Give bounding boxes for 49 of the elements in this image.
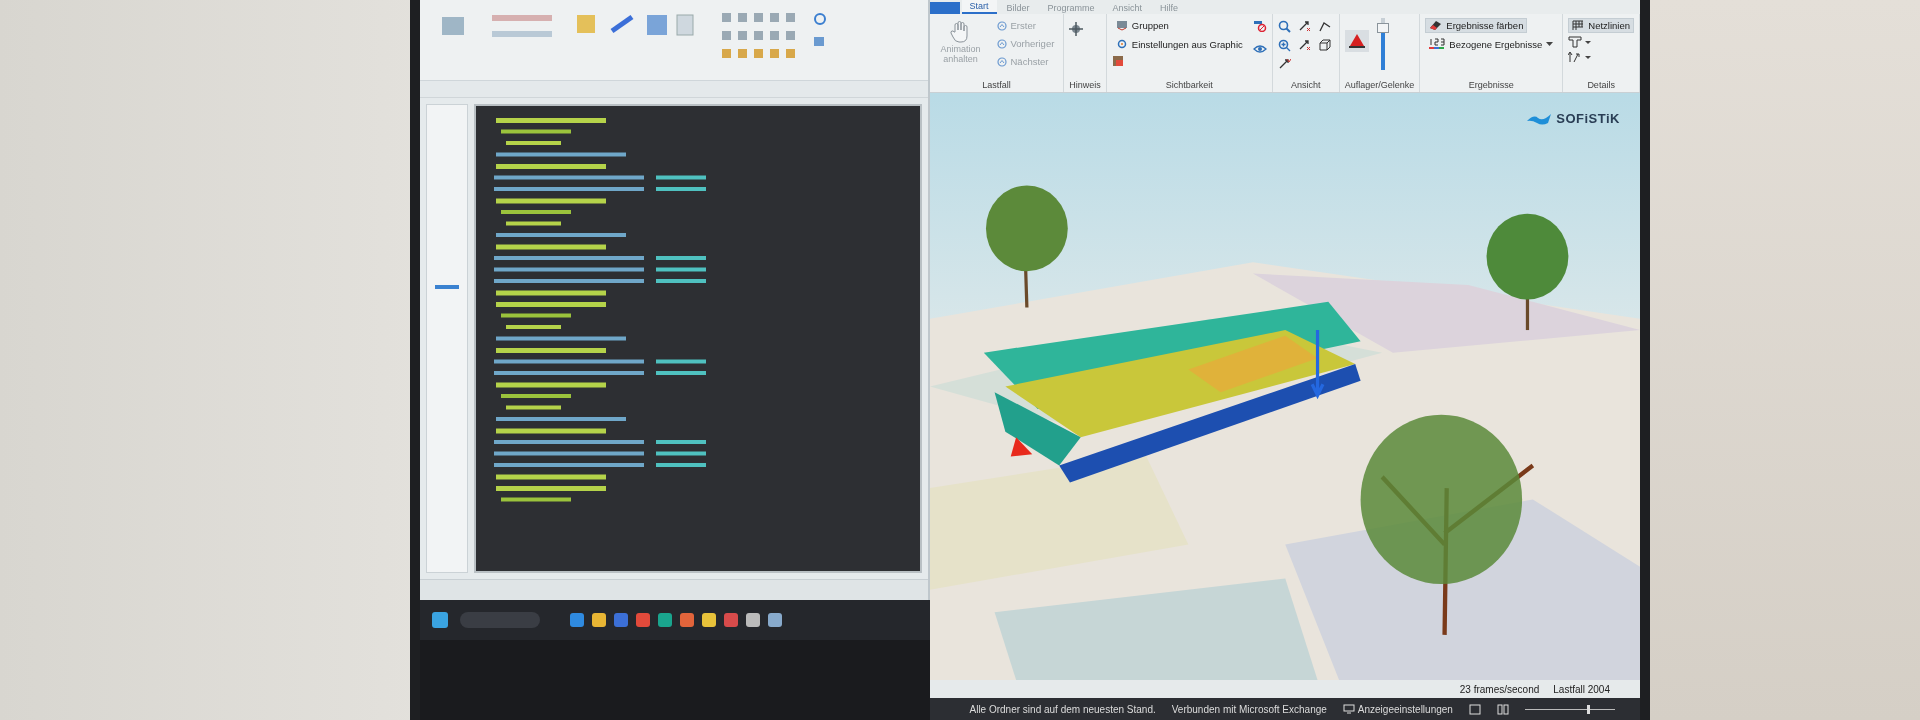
wave-surface-icon xyxy=(1526,111,1553,126)
grid-icon xyxy=(1572,20,1585,31)
ribbon-tab[interactable]: Programme xyxy=(1039,2,1103,14)
load-case-text: Lastfall 2004 xyxy=(1553,683,1610,695)
slider-thumb[interactable] xyxy=(1376,23,1389,34)
frame-rate-text: 23 frames/second xyxy=(1459,683,1540,695)
logo-text: SOFiSTiK xyxy=(1556,111,1620,126)
ribbon-group-label: Ansicht xyxy=(1290,80,1322,90)
hide-icon[interactable] xyxy=(1252,20,1267,32)
ribbon-tab[interactable]: Start xyxy=(961,0,997,14)
display-settings-button[interactable]: Anzeigeeinstellungen xyxy=(1342,703,1453,715)
ribbon-tab[interactable]: Hilfe xyxy=(1152,2,1187,14)
ribbon-group-label: Ergebnisse xyxy=(1467,80,1515,90)
rotate-axis-icon[interactable] xyxy=(1297,20,1311,33)
ribbon-group-label: Lastfall xyxy=(981,80,1012,90)
ribbon-button[interactable]: Einstellungen aus Graphic xyxy=(1111,36,1247,52)
zoom-icon[interactable] xyxy=(1277,20,1291,33)
normal-view-icon[interactable] xyxy=(1468,703,1481,715)
crosshair-icon[interactable] xyxy=(1069,22,1084,36)
ribbon-tab[interactable]: Bilder xyxy=(998,2,1038,14)
zoom-slider-thumb[interactable] xyxy=(1586,704,1590,714)
ribbon-group-label: Details xyxy=(1586,80,1616,90)
rotate-axis-icon[interactable] xyxy=(1297,39,1311,52)
monitor-icon xyxy=(1342,704,1355,714)
ribbon-group-label: Sichtbarkeit xyxy=(1164,80,1214,90)
rotate-axis-icon[interactable] xyxy=(1277,58,1291,71)
eraser-icon xyxy=(1429,20,1443,31)
support-icon[interactable] xyxy=(1344,30,1369,52)
ribbon-group-label: Hinweis xyxy=(1069,80,1101,90)
status-text: Alle Ordner sind auf dem neuesten Stand. xyxy=(969,703,1156,715)
ribbon-group-label: Auflager/Gelenke xyxy=(1344,80,1415,90)
axis-arrows-dropdown-icon[interactable] xyxy=(1568,51,1593,63)
cube-icon[interactable] xyxy=(1317,39,1331,52)
numbers-icon xyxy=(1429,38,1446,50)
zoom-in-icon[interactable] xyxy=(1277,39,1291,52)
settings-icon xyxy=(1115,38,1128,50)
palette-icon[interactable] xyxy=(1111,55,1124,67)
axes-icon[interactable] xyxy=(1317,20,1331,33)
layers-icon xyxy=(1115,20,1128,31)
ribbon-button[interactable]: Bezogene Ergebnisse xyxy=(1425,36,1558,52)
ribbon-button[interactable]: Ergebnisse färben xyxy=(1425,18,1528,33)
ribbon-button[interactable]: Netzlinien xyxy=(1568,18,1634,33)
eye-icon[interactable] xyxy=(1252,44,1267,54)
status-text: Verbunden mit Microsoft Exchange xyxy=(1171,703,1327,715)
ribbon-button[interactable]: Gruppen xyxy=(1111,18,1173,33)
ribbon-tab[interactable]: Ansicht xyxy=(1104,2,1151,14)
beam-section-dropdown-icon[interactable] xyxy=(1568,36,1593,48)
file-tab[interactable] xyxy=(929,2,960,14)
reading-view-icon[interactable] xyxy=(1496,703,1509,715)
